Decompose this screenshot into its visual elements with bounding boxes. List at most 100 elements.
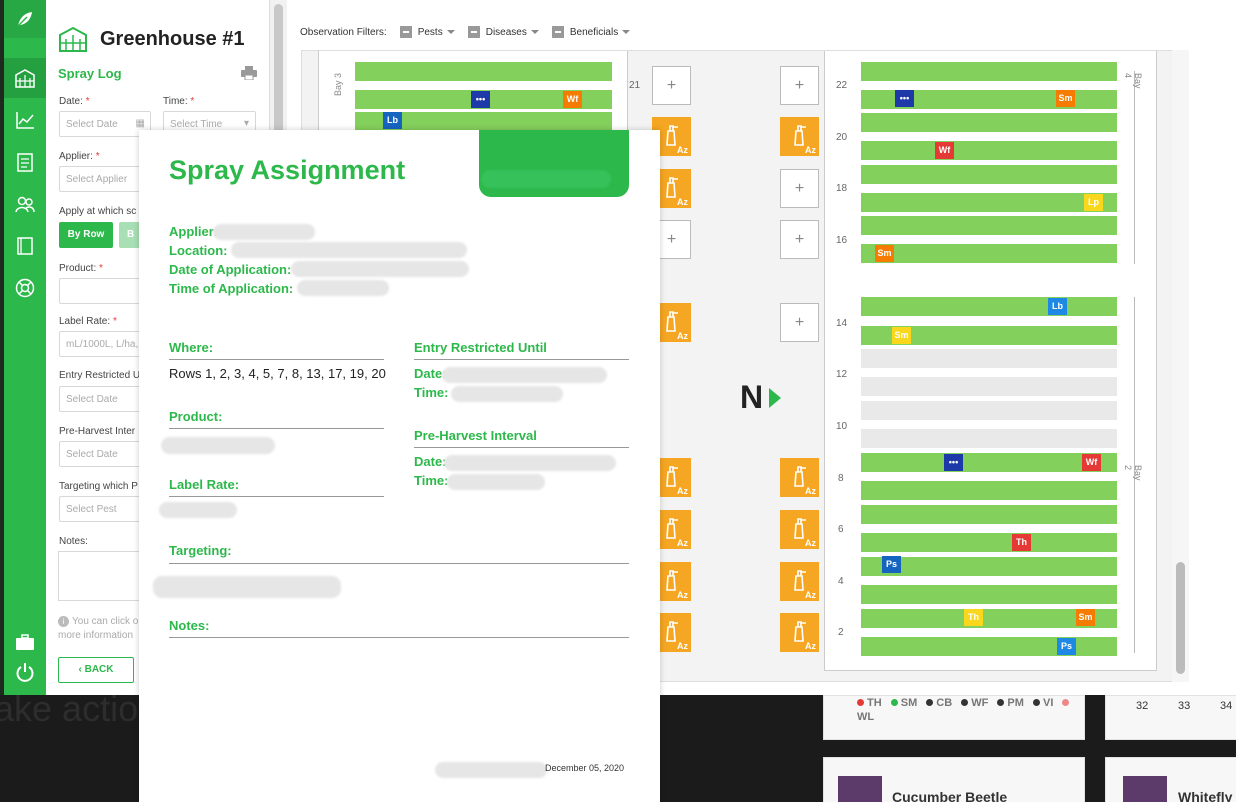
divider (169, 359, 384, 360)
users-icon[interactable] (4, 184, 46, 224)
apply-at-label: Apply at which sc (59, 206, 137, 217)
pests-filter[interactable]: Pests (418, 27, 443, 38)
redacted-value (297, 280, 389, 296)
row-number: 20 (836, 132, 848, 143)
background-number: 32 (1136, 700, 1149, 712)
applier-select[interactable]: Select Applier (59, 166, 149, 192)
diseases-checkbox[interactable] (467, 26, 480, 38)
spray-log-title: Spray Log (58, 66, 122, 81)
pest-tag-multiple[interactable]: ••• (471, 91, 490, 108)
background-numbers-card (1105, 695, 1236, 740)
plant-row[interactable] (861, 216, 1117, 235)
pest-tag-wf[interactable]: Wf (935, 142, 954, 159)
preharvest-input[interactable]: Select Date (59, 441, 149, 467)
add-button[interactable]: + (780, 66, 819, 105)
beneficials-checkbox[interactable] (551, 26, 564, 38)
beneficial-tag-ps[interactable]: Ps (1057, 638, 1076, 655)
document-date: December 05, 2020 (545, 763, 625, 773)
by-row-button[interactable]: By Row (59, 222, 113, 248)
pest-tag-multiple[interactable]: ••• (944, 454, 963, 471)
date-of-application-field: Date of Application: (169, 262, 292, 277)
date-input[interactable]: Select Date ▦ (59, 111, 151, 137)
plant-row[interactable] (861, 113, 1117, 132)
plant-row[interactable] (861, 193, 1117, 212)
pests-checkbox[interactable] (399, 26, 412, 38)
plant-row[interactable] (861, 505, 1117, 524)
beneficial-tag-lb[interactable]: Lb (1048, 298, 1067, 315)
pest-tag-multiple[interactable]: ••• (895, 90, 914, 107)
entry-restricted-input[interactable]: Select Date (59, 386, 149, 412)
product-select[interactable] (59, 278, 149, 304)
plant-row[interactable] (861, 453, 1117, 472)
spray-bottle-icon (666, 466, 678, 487)
preharvest-heading: Pre-Harvest Interval (414, 428, 537, 443)
plant-row-empty[interactable] (861, 377, 1117, 396)
leaf-logo-icon[interactable] (4, 0, 46, 38)
preharvest-time-label: Time: (414, 473, 449, 488)
divider (169, 496, 384, 497)
notes-textarea[interactable] (58, 551, 148, 601)
add-button[interactable]: + (780, 169, 819, 208)
plant-row[interactable] (861, 585, 1117, 604)
targeting-select[interactable]: Select Pest (59, 496, 149, 522)
plant-row-empty[interactable] (861, 401, 1117, 420)
redacted-value (442, 367, 607, 383)
label-rate-input[interactable]: mL/1000L, L/ha,... (59, 331, 149, 357)
spray-az-button[interactable]: Az (780, 613, 819, 652)
pest-tag-lp[interactable]: Lp (1084, 194, 1103, 211)
plant-row-empty[interactable] (861, 349, 1117, 368)
spray-az-button[interactable]: Az (780, 458, 819, 497)
pest-tag-wf[interactable]: Wf (1082, 454, 1101, 471)
pest-tag-wf[interactable]: Wf (563, 91, 582, 108)
beneficial-tag-lb[interactable]: Lb (383, 112, 402, 129)
print-icon[interactable] (241, 66, 257, 85)
plant-row[interactable] (861, 533, 1117, 552)
pest-tag-sm[interactable]: Sm (875, 245, 894, 262)
map-scrollbar[interactable] (1172, 50, 1189, 682)
targeting-label: Targeting which P (59, 481, 138, 492)
plant-row[interactable] (861, 244, 1117, 263)
back-button[interactable]: ‹ BACK (58, 657, 134, 683)
book-icon[interactable] (4, 226, 46, 266)
chevron-down-icon[interactable] (446, 30, 455, 34)
plant-row-empty[interactable] (861, 429, 1117, 448)
chart-icon[interactable] (4, 100, 46, 140)
plant-row[interactable] (861, 481, 1117, 500)
add-button[interactable]: + (780, 220, 819, 259)
greenhouse-icon[interactable] (4, 58, 46, 98)
pest-tag-sm[interactable]: Sm (1076, 609, 1095, 626)
entry-time-label: Time: (414, 385, 449, 400)
clipboard-icon[interactable] (4, 142, 46, 182)
spray-az-button[interactable]: Az (780, 117, 819, 156)
bay-bracket (1127, 71, 1135, 264)
row-number: 18 (836, 183, 848, 194)
divider (414, 359, 629, 360)
chevron-down-icon: ▾ (243, 118, 249, 129)
plant-row[interactable] (861, 297, 1117, 316)
notes-heading: Notes: (169, 618, 210, 633)
plant-row[interactable] (355, 62, 612, 81)
spray-az-button[interactable]: Az (780, 510, 819, 549)
plant-row[interactable] (861, 165, 1117, 184)
spray-az-button[interactable]: Az (780, 562, 819, 601)
pest-tag-th[interactable]: Th (964, 609, 983, 626)
redacted-value (161, 437, 275, 454)
calendar-icon: ▦ (135, 118, 145, 129)
spray-bottle-icon (666, 177, 678, 198)
power-icon[interactable] (4, 652, 46, 692)
add-button[interactable]: + (652, 66, 691, 105)
plant-row[interactable] (861, 141, 1117, 160)
lifebuoy-icon[interactable] (4, 268, 46, 308)
beneficial-tag-ps[interactable]: Ps (882, 556, 901, 573)
preharvest-date-label: Date: (414, 454, 447, 469)
pest-tag-th[interactable]: Th (1012, 534, 1031, 551)
beneficials-filter[interactable]: Beneficials (570, 27, 618, 38)
plant-row[interactable] (861, 637, 1117, 656)
diseases-filter[interactable]: Diseases (486, 27, 527, 38)
chevron-down-icon[interactable] (622, 30, 631, 34)
chevron-down-icon[interactable] (530, 30, 539, 34)
add-button[interactable]: + (780, 303, 819, 342)
pest-tag-sm[interactable]: Sm (892, 327, 911, 344)
plant-row[interactable] (861, 62, 1117, 81)
pest-tag-sm[interactable]: Sm (1056, 90, 1075, 107)
